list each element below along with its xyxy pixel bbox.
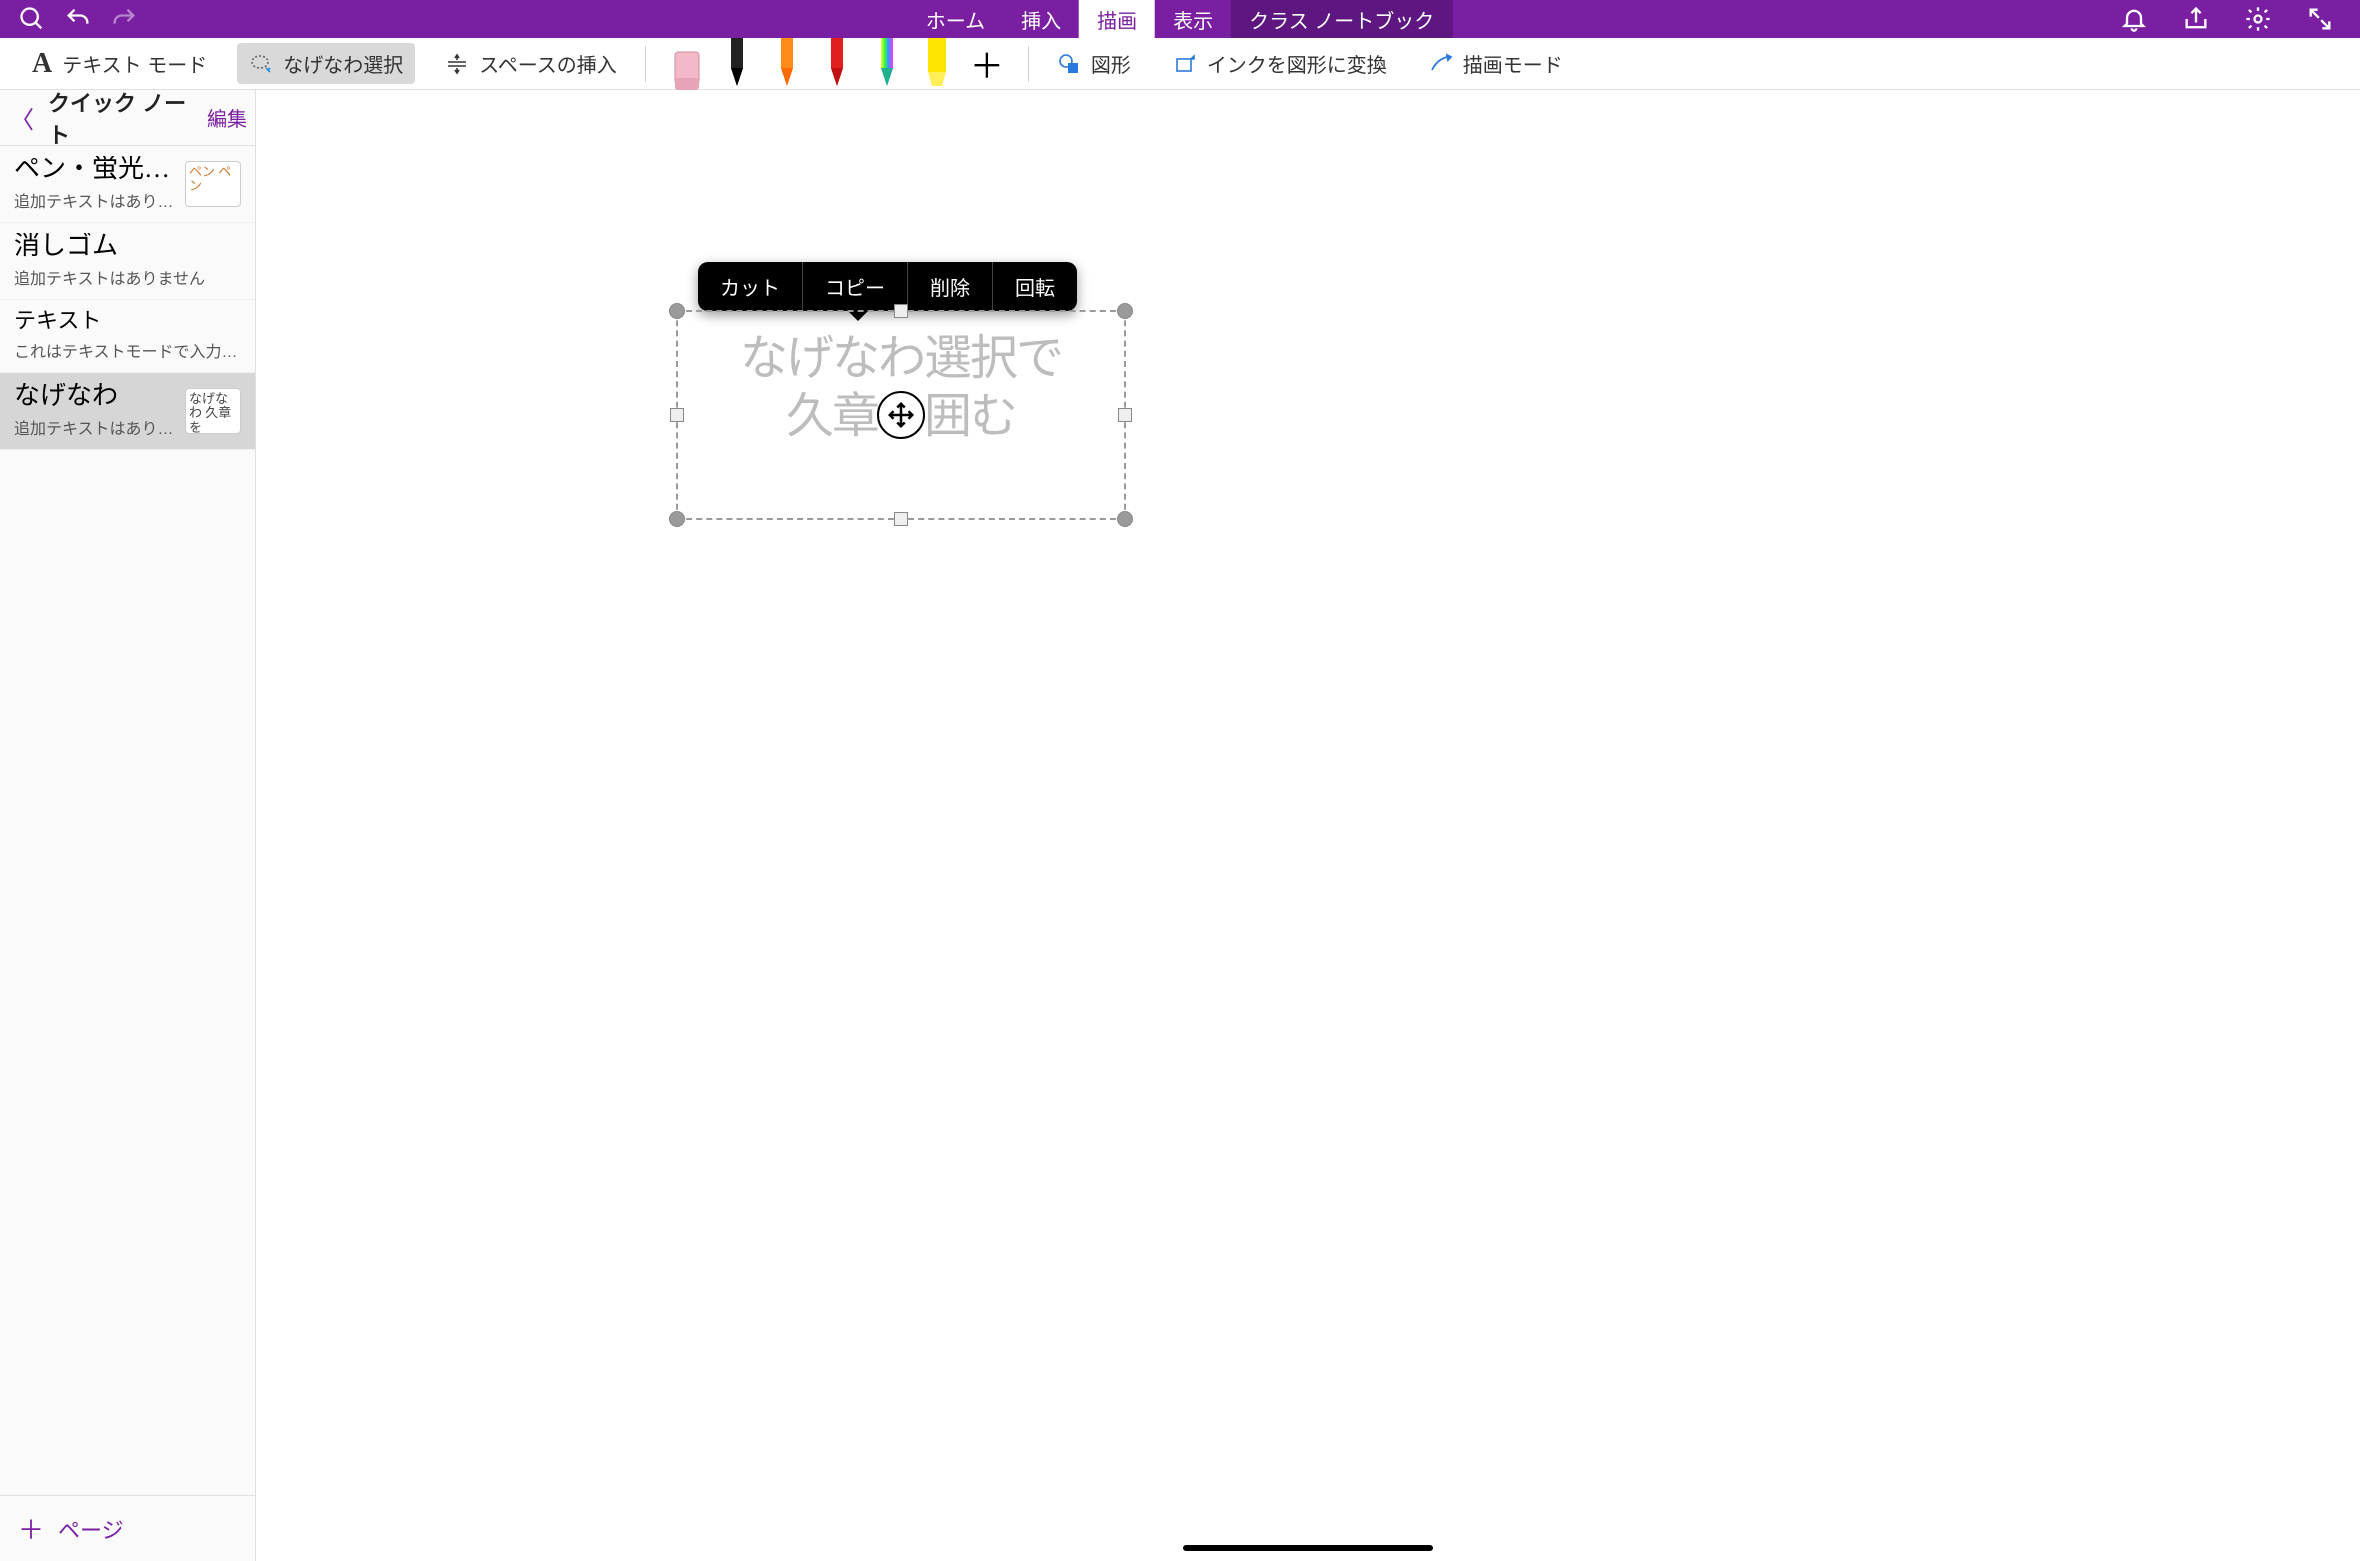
gear-icon[interactable]: [2244, 5, 2272, 33]
pen-gallery: ＋: [662, 38, 1012, 90]
plus-icon: ＋: [18, 1510, 44, 1547]
page-item[interactable]: テキスト これはテキストモードで入力し…: [0, 300, 255, 373]
page-list[interactable]: ペン・蛍光ペン 追加テキストはありま… ペン ペン 消しゴム 追加テキストはあり…: [0, 146, 255, 1495]
separator: [1028, 46, 1029, 82]
highlighter-yellow[interactable]: [912, 38, 962, 90]
resize-handle-mr[interactable]: [1118, 408, 1132, 422]
titlebar-left: [0, 5, 138, 33]
add-page-button[interactable]: ＋ ページ: [0, 1495, 255, 1561]
lasso-label: なげなわ選択: [283, 49, 403, 78]
bell-icon[interactable]: [2120, 5, 2148, 33]
insert-space-icon: [445, 52, 469, 76]
resize-handle-bl[interactable]: [669, 511, 685, 527]
page-subtitle: これはテキストモードで入力し…: [14, 338, 241, 362]
insert-space-label: スペースの挿入: [479, 49, 617, 78]
page-item-selected[interactable]: なげなわ 追加テキストはありま… なげなわ 久章を: [0, 373, 255, 450]
ctx-delete[interactable]: 削除: [907, 262, 992, 311]
shapes-icon: [1057, 52, 1081, 76]
draw-mode-icon: [1429, 52, 1453, 76]
tab-draw[interactable]: 描画: [1079, 0, 1155, 38]
resize-handle-bm[interactable]: [894, 512, 908, 526]
fullscreen-icon[interactable]: [2306, 5, 2334, 33]
back-icon[interactable]: 〈: [8, 100, 36, 135]
draw-toolbar: A テキスト モード なげなわ選択 スペースの挿入 ＋ 図形 インクを図形に変換: [0, 38, 2360, 90]
page-subtitle: 追加テキストはありま…: [14, 415, 175, 439]
share-icon[interactable]: [2182, 5, 2210, 33]
page-title: なげなわ: [14, 383, 175, 409]
text-mode-label: テキスト モード: [62, 49, 207, 78]
separator: [645, 46, 646, 82]
draw-mode-button[interactable]: 描画モード: [1417, 43, 1575, 84]
shapes-button[interactable]: 図形: [1045, 43, 1143, 84]
resize-handle-tm[interactable]: [894, 304, 908, 318]
tab-insert[interactable]: 挿入: [1003, 0, 1079, 38]
lasso-select-button[interactable]: なげなわ選択: [237, 43, 415, 84]
pen-red[interactable]: [812, 38, 862, 90]
tab-class-notebook[interactable]: クラス ノートブック: [1231, 0, 1452, 38]
page-title: テキスト: [14, 310, 241, 332]
undo-icon[interactable]: [64, 5, 92, 33]
title-bar: ホーム 挿入 描画 表示 クラス ノートブック: [0, 0, 2360, 38]
tab-home[interactable]: ホーム: [908, 0, 1003, 38]
pen-rainbow[interactable]: [862, 38, 912, 90]
add-pen-button[interactable]: ＋: [962, 38, 1012, 90]
resize-handle-ml[interactable]: [670, 408, 684, 422]
search-icon[interactable]: [18, 5, 46, 33]
lasso-selection[interactable]: なげなわ選択で 久章を囲む: [676, 310, 1126, 520]
titlebar-right: [2120, 5, 2360, 33]
add-page-label: ページ: [58, 1513, 124, 1545]
ink-to-shape-button[interactable]: インクを図形に変換: [1161, 43, 1399, 84]
page-thumbnail: ペン ペン: [185, 161, 241, 207]
insert-space-button[interactable]: スペースの挿入: [433, 43, 629, 84]
ctx-rotate[interactable]: 回転: [992, 262, 1077, 311]
page-item[interactable]: ペン・蛍光ペン 追加テキストはありま… ペン ペン: [0, 146, 255, 223]
context-menu: カット コピー 削除 回転: [698, 262, 1077, 311]
redo-icon: [110, 5, 138, 33]
lasso-icon: [249, 52, 273, 76]
page-subtitle: 追加テキストはありません: [14, 265, 241, 289]
page-title: ペン・蛍光ペン: [14, 156, 175, 182]
resize-handle-br[interactable]: [1117, 511, 1133, 527]
home-indicator: [1183, 1545, 1433, 1551]
eraser-tool[interactable]: [662, 38, 712, 90]
pen-orange[interactable]: [762, 38, 812, 90]
resize-handle-tl[interactable]: [669, 303, 685, 319]
sidebar-header: 〈 クイック ノート 編集: [0, 90, 255, 146]
move-handle[interactable]: [877, 391, 925, 439]
ribbon-tabs: ホーム 挿入 描画 表示 クラス ノートブック: [908, 0, 1453, 38]
ctx-copy[interactable]: コピー: [802, 262, 907, 311]
section-title: クイック ノート: [48, 86, 195, 150]
sidebar: 〈 クイック ノート 編集 ペン・蛍光ペン 追加テキストはありま… ペン ペン …: [0, 90, 256, 1561]
resize-handle-tr[interactable]: [1117, 303, 1133, 319]
edit-button[interactable]: 編集: [207, 103, 247, 132]
page-title: 消しゴム: [14, 233, 241, 259]
shapes-label: 図形: [1091, 49, 1131, 78]
page-subtitle: 追加テキストはありま…: [14, 188, 175, 212]
tab-view[interactable]: 表示: [1155, 0, 1231, 38]
ink-to-shape-label: インクを図形に変換: [1207, 49, 1387, 78]
drawing-canvas[interactable]: カット コピー 削除 回転 なげなわ選択で 久章を囲む: [256, 90, 2360, 1561]
ink-to-shape-icon: [1173, 52, 1197, 76]
draw-mode-label: 描画モード: [1463, 49, 1563, 78]
ctx-cut[interactable]: カット: [698, 262, 802, 311]
text-mode-icon: A: [32, 48, 52, 80]
page-item[interactable]: 消しゴム 追加テキストはありません: [0, 223, 255, 300]
page-thumbnail: なげなわ 久章を: [185, 388, 241, 434]
text-mode-button[interactable]: A テキスト モード: [20, 42, 219, 86]
pen-black[interactable]: [712, 38, 762, 90]
